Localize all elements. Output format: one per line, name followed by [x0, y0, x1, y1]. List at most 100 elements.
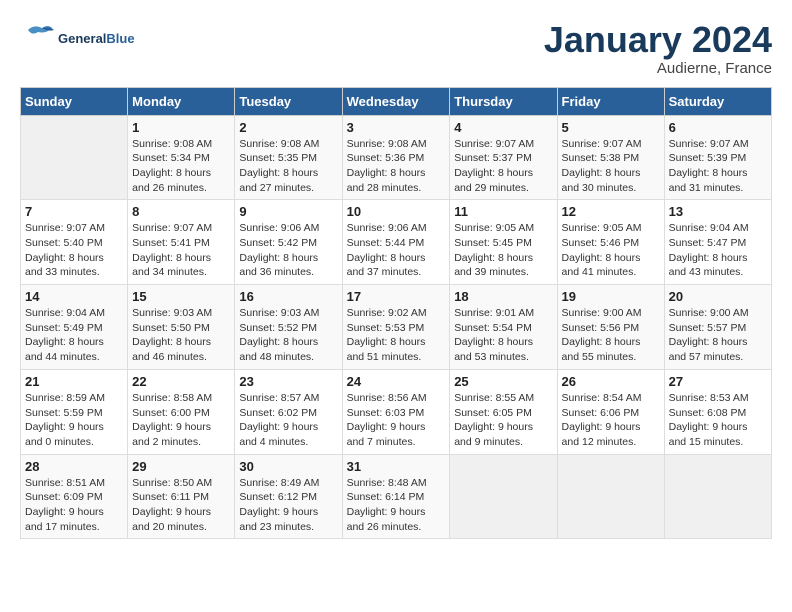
day-info: Sunrise: 9:08 AMSunset: 5:36 PMDaylight:… — [347, 137, 446, 196]
weekday-header-cell: Monday — [128, 87, 235, 115]
calendar-cell — [664, 454, 771, 539]
day-info: Sunrise: 9:05 AMSunset: 5:45 PMDaylight:… — [454, 221, 552, 280]
day-info: Sunrise: 9:07 AMSunset: 5:37 PMDaylight:… — [454, 137, 552, 196]
day-number: 22 — [132, 374, 230, 389]
calendar-cell: 23Sunrise: 8:57 AMSunset: 6:02 PMDayligh… — [235, 369, 342, 454]
calendar-week-row: 14Sunrise: 9:04 AMSunset: 5:49 PMDayligh… — [21, 285, 772, 370]
day-info: Sunrise: 8:57 AMSunset: 6:02 PMDaylight:… — [239, 391, 337, 450]
calendar-cell: 6 Sunrise: 9:07 AMSunset: 5:39 PMDaylight… — [664, 115, 771, 200]
day-number: 1 — [132, 120, 230, 135]
weekday-header-cell: Saturday — [664, 87, 771, 115]
day-number: 7 — [25, 204, 123, 219]
calendar-week-row: 21Sunrise: 8:59 AMSunset: 5:59 PMDayligh… — [21, 369, 772, 454]
page-header: GeneralBlue January 2024 Audierne, Franc… — [20, 20, 772, 77]
calendar-cell: 24 Sunrise: 8:56 AMSunset: 6:03 PMDayligh… — [342, 369, 450, 454]
calendar-cell: 30 Sunrise: 8:49 AMSunset: 6:12 PMDayligh… — [235, 454, 342, 539]
day-info: Sunrise: 8:51 AMSunset: 6:09 PMDaylight:… — [25, 476, 123, 535]
day-info: Sunrise: 8:58 AMSunset: 6:00 PMDaylight:… — [132, 391, 230, 450]
day-number: 29 — [132, 459, 230, 474]
day-number: 28 — [25, 459, 123, 474]
day-number: 24 — [347, 374, 446, 389]
day-number: 4 — [454, 120, 552, 135]
calendar-cell: 27 Sunrise: 8:53 AMSunset: 6:08 PMDayligh… — [664, 369, 771, 454]
day-number: 27 — [669, 374, 767, 389]
calendar-cell: 20Sunrise: 9:00 AMSunset: 5:57 PMDayligh… — [664, 285, 771, 370]
calendar-cell: 19 Sunrise: 9:00 AMSunset: 5:56 PMDayligh… — [557, 285, 664, 370]
day-info: Sunrise: 9:07 AMSunset: 5:40 PMDaylight:… — [25, 221, 123, 280]
day-number: 13 — [669, 204, 767, 219]
calendar-cell: 16 Sunrise: 9:03 AMSunset: 5:52 PMDayligh… — [235, 285, 342, 370]
calendar-cell — [21, 115, 128, 200]
calendar-cell: 4 Sunrise: 9:07 AMSunset: 5:37 PMDaylight… — [450, 115, 557, 200]
day-info: Sunrise: 9:07 AMSunset: 5:38 PMDaylight:… — [562, 137, 660, 196]
logo: GeneralBlue — [20, 20, 135, 56]
logo-icon — [20, 20, 56, 56]
day-info: Sunrise: 9:02 AMSunset: 5:53 PMDaylight:… — [347, 306, 446, 365]
calendar-body: 1 Sunrise: 9:08 AMSunset: 5:34 PMDaylight… — [21, 115, 772, 539]
day-info: Sunrise: 9:06 AMSunset: 5:42 PMDaylight:… — [239, 221, 337, 280]
day-info: Sunrise: 9:03 AMSunset: 5:52 PMDaylight:… — [239, 306, 337, 365]
weekday-header-cell: Thursday — [450, 87, 557, 115]
calendar-cell: 12Sunrise: 9:05 AMSunset: 5:46 PMDayligh… — [557, 200, 664, 285]
weekday-header-cell: Friday — [557, 87, 664, 115]
day-info: Sunrise: 9:08 AMSunset: 5:35 PMDaylight:… — [239, 137, 337, 196]
calendar-cell: 31Sunrise: 8:48 AMSunset: 6:14 PMDayligh… — [342, 454, 450, 539]
calendar-cell: 29 Sunrise: 8:50 AMSunset: 6:11 PMDayligh… — [128, 454, 235, 539]
day-info: Sunrise: 9:04 AMSunset: 5:47 PMDaylight:… — [669, 221, 767, 280]
day-info: Sunrise: 9:04 AMSunset: 5:49 PMDaylight:… — [25, 306, 123, 365]
day-number: 17 — [347, 289, 446, 304]
day-number: 16 — [239, 289, 337, 304]
weekday-header-row: SundayMondayTuesdayWednesdayThursdayFrid… — [21, 87, 772, 115]
calendar-cell: 11 Sunrise: 9:05 AMSunset: 5:45 PMDayligh… — [450, 200, 557, 285]
day-info: Sunrise: 9:03 AMSunset: 5:50 PMDaylight:… — [132, 306, 230, 365]
day-info: Sunrise: 9:00 AMSunset: 5:56 PMDaylight:… — [562, 306, 660, 365]
day-info: Sunrise: 8:55 AMSunset: 6:05 PMDaylight:… — [454, 391, 552, 450]
day-info: Sunrise: 8:54 AMSunset: 6:06 PMDaylight:… — [562, 391, 660, 450]
calendar-cell: 21Sunrise: 8:59 AMSunset: 5:59 PMDayligh… — [21, 369, 128, 454]
day-info: Sunrise: 8:50 AMSunset: 6:11 PMDaylight:… — [132, 476, 230, 535]
day-info: Sunrise: 9:07 AMSunset: 5:41 PMDaylight:… — [132, 221, 230, 280]
day-info: Sunrise: 8:48 AMSunset: 6:14 PMDaylight:… — [347, 476, 446, 535]
day-number: 25 — [454, 374, 552, 389]
calendar-cell: 13 Sunrise: 9:04 AMSunset: 5:47 PMDayligh… — [664, 200, 771, 285]
location: Audierne, France — [544, 60, 772, 77]
calendar-cell: 3 Sunrise: 9:08 AMSunset: 5:36 PMDaylight… — [342, 115, 450, 200]
calendar-cell: 22 Sunrise: 8:58 AMSunset: 6:00 PMDayligh… — [128, 369, 235, 454]
calendar-cell — [450, 454, 557, 539]
calendar-cell: 14Sunrise: 9:04 AMSunset: 5:49 PMDayligh… — [21, 285, 128, 370]
calendar-cell: 1 Sunrise: 9:08 AMSunset: 5:34 PMDaylight… — [128, 115, 235, 200]
day-number: 30 — [239, 459, 337, 474]
calendar-cell: 18 Sunrise: 9:01 AMSunset: 5:54 PMDayligh… — [450, 285, 557, 370]
calendar-cell: 9Sunrise: 9:06 AMSunset: 5:42 PMDaylight… — [235, 200, 342, 285]
day-number: 6 — [669, 120, 767, 135]
calendar-cell — [557, 454, 664, 539]
calendar-cell: 2 Sunrise: 9:08 AMSunset: 5:35 PMDaylight… — [235, 115, 342, 200]
calendar-cell: 8 Sunrise: 9:07 AMSunset: 5:41 PMDaylight… — [128, 200, 235, 285]
day-info: Sunrise: 9:01 AMSunset: 5:54 PMDaylight:… — [454, 306, 552, 365]
day-number: 26 — [562, 374, 660, 389]
day-info: Sunrise: 8:53 AMSunset: 6:08 PMDaylight:… — [669, 391, 767, 450]
day-number: 15 — [132, 289, 230, 304]
day-number: 2 — [239, 120, 337, 135]
day-number: 11 — [454, 204, 552, 219]
day-number: 19 — [562, 289, 660, 304]
weekday-header-cell: Tuesday — [235, 87, 342, 115]
calendar-cell: 17 Sunrise: 9:02 AMSunset: 5:53 PMDayligh… — [342, 285, 450, 370]
day-info: Sunrise: 9:05 AMSunset: 5:46 PMDaylight:… — [562, 221, 660, 280]
calendar-cell: 28 Sunrise: 8:51 AMSunset: 6:09 PMDayligh… — [21, 454, 128, 539]
calendar-cell: 7 Sunrise: 9:07 AMSunset: 5:40 PMDaylight… — [21, 200, 128, 285]
day-number: 20 — [669, 289, 767, 304]
weekday-header-cell: Wednesday — [342, 87, 450, 115]
calendar-week-row: 28 Sunrise: 8:51 AMSunset: 6:09 PMDayligh… — [21, 454, 772, 539]
day-info: Sunrise: 9:08 AMSunset: 5:34 PMDaylight:… — [132, 137, 230, 196]
day-info: Sunrise: 8:49 AMSunset: 6:12 PMDaylight:… — [239, 476, 337, 535]
weekday-header-cell: Sunday — [21, 87, 128, 115]
title-block: January 2024 Audierne, France — [544, 20, 772, 77]
day-info: Sunrise: 8:56 AMSunset: 6:03 PMDaylight:… — [347, 391, 446, 450]
calendar-table: SundayMondayTuesdayWednesdayThursdayFrid… — [20, 87, 772, 540]
day-number: 3 — [347, 120, 446, 135]
day-number: 18 — [454, 289, 552, 304]
day-info: Sunrise: 9:06 AMSunset: 5:44 PMDaylight:… — [347, 221, 446, 280]
day-info: Sunrise: 9:07 AMSunset: 5:39 PMDaylight:… — [669, 137, 767, 196]
day-number: 8 — [132, 204, 230, 219]
